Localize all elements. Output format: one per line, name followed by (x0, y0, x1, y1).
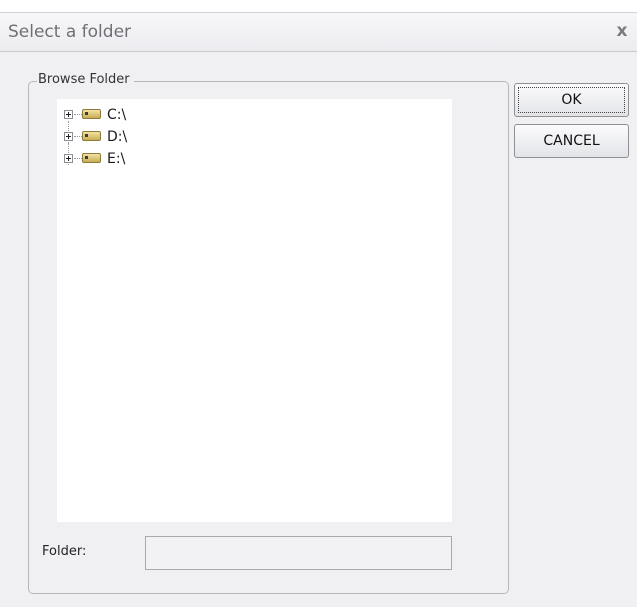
title-bar[interactable]: Select a folder x (0, 12, 637, 52)
ok-button-label: OK (518, 87, 625, 113)
tree-item-label[interactable]: E:\ (107, 150, 125, 168)
ok-button[interactable]: OK (514, 83, 629, 117)
tree-connector (74, 114, 82, 115)
folder-label: Folder: (42, 544, 87, 559)
select-folder-dialog: Select a folder x Browse Folder C:\ D:\ … (0, 0, 637, 607)
folder-tree[interactable]: C:\ D:\ E:\ (57, 99, 452, 522)
expand-icon[interactable] (64, 132, 73, 141)
tree-item-label[interactable]: C:\ (107, 106, 126, 124)
tree-item-d-drive[interactable]: D:\ (57, 128, 257, 165)
expand-icon[interactable] (64, 110, 73, 119)
folder-path-input[interactable] (145, 536, 452, 570)
tree-connector (74, 158, 82, 159)
drive-icon (82, 109, 101, 119)
expand-icon[interactable] (64, 154, 73, 163)
tree-connector (74, 136, 82, 137)
tree-item-label[interactable]: D:\ (107, 128, 127, 146)
tree-item-e-drive[interactable]: E:\ (57, 150, 257, 168)
cancel-button[interactable]: CANCEL (514, 124, 629, 158)
tree-item-c-drive[interactable]: C:\ (57, 106, 257, 143)
top-strip (0, 0, 637, 12)
drive-icon (82, 131, 101, 141)
browse-folder-legend: Browse Folder (37, 71, 134, 89)
drive-icon (82, 153, 101, 163)
close-icon[interactable]: x (613, 21, 631, 41)
dialog-title: Select a folder (8, 22, 132, 42)
